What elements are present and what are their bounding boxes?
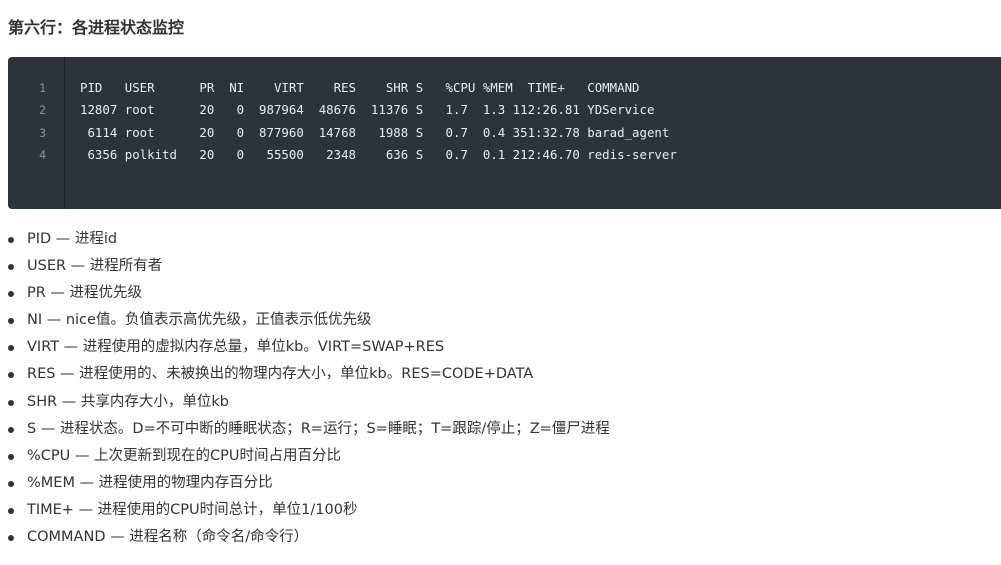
bullet-dot-icon: [8, 535, 14, 542]
bullet-dot-icon: [8, 453, 14, 460]
list-item-text: %CPU — 上次更新到现在的CPU时间占用百分比: [27, 447, 341, 464]
section-heading: 第六行：各进程状态监控: [8, 18, 185, 37]
list-item: PR — 进程优先级: [0, 282, 610, 309]
list-item: SHR — 共享内存大小，单位kb: [0, 391, 610, 418]
bullet-dot-icon: [8, 237, 14, 243]
list-item: %CPU — 上次更新到现在的CPU时间占用百分比: [0, 445, 610, 472]
list-item-text: VIRT — 进程使用的虚拟内存总量，单位kb。VIRT=SWAP+RES: [27, 339, 445, 356]
list-item-text: PR — 进程优先级: [27, 285, 143, 302]
code-line: 6356 polkitd 20 0 55500 2348 636 S 0.7 0…: [80, 147, 677, 162]
list-item: NI — nice值。负值表示高优先级，正值表示低优先级: [0, 309, 610, 336]
list-item-text: %MEM — 进程使用的物理内存百分比: [27, 474, 273, 491]
list-item-text: RES — 进程使用的、未被换出的物理内存大小，单位kb。RES=CODE+DA…: [27, 366, 534, 383]
list-item: VIRT — 进程使用的虚拟内存总量，单位kb。VIRT=SWAP+RES: [0, 336, 610, 363]
bullet-dot-icon: [8, 264, 14, 271]
line-number: 1: [39, 81, 46, 95]
bullet-dot-icon: [8, 318, 14, 325]
list-item-text: NI — nice值。负值表示高优先级，正值表示低优先级: [27, 312, 372, 329]
bullet-dot-icon: [8, 345, 14, 352]
bullet-dot-icon: [8, 426, 14, 433]
list-item: S — 进程状态。D=不可中断的睡眠状态；R=运行；S=睡眠；T=跟踪/停止；Z…: [0, 418, 610, 445]
list-item: USER — 进程所有者: [0, 255, 610, 282]
field-description-list: PID — 进程id USER — 进程所有者 PR — 进程优先级 NI — …: [0, 228, 610, 553]
code-block: 1 2 3 4 PID USER PR NI VIRT RES SHR S %C…: [8, 57, 1001, 209]
line-number: 3: [39, 126, 46, 140]
bullet-dot-icon: [8, 480, 14, 487]
list-item-text: USER — 进程所有者: [27, 258, 163, 275]
list-item: RES — 进程使用的、未被换出的物理内存大小，单位kb。RES=CODE+DA…: [0, 363, 610, 390]
list-item: %MEM — 进程使用的物理内存百分比: [0, 472, 610, 499]
list-item: COMMAND — 进程名称（命令名/命令行）: [0, 526, 610, 553]
code-line: 6114 root 20 0 877960 14768 1988 S 0.7 0…: [80, 125, 670, 140]
line-number: 4: [39, 148, 46, 162]
code-line: 12807 root 20 0 987964 48676 11376 S 1.7…: [80, 102, 655, 117]
list-item: TIME+ — 进程使用的CPU时间总计，单位1/100秒: [0, 499, 610, 526]
line-number-gutter: 1 2 3 4: [8, 57, 65, 209]
list-item-text: COMMAND — 进程名称（命令名/命令行）: [27, 529, 309, 546]
list-item-text: TIME+ — 进程使用的CPU时间总计，单位1/100秒: [27, 501, 358, 518]
bullet-dot-icon: [8, 372, 14, 379]
list-item: PID — 进程id: [0, 228, 610, 255]
list-item-text: S — 进程状态。D=不可中断的睡眠状态；R=运行；S=睡眠；T=跟踪/停止；Z…: [27, 420, 610, 437]
code-line-header: PID USER PR NI VIRT RES SHR S %CPU %MEM …: [80, 80, 640, 95]
bullet-dot-icon: [8, 507, 14, 514]
line-number: 2: [39, 103, 46, 117]
list-item-text: PID — 进程id: [27, 231, 118, 247]
bullet-dot-icon: [8, 291, 14, 298]
bullet-dot-icon: [8, 399, 14, 406]
list-item-text: SHR — 共享内存大小，单位kb: [27, 393, 230, 410]
